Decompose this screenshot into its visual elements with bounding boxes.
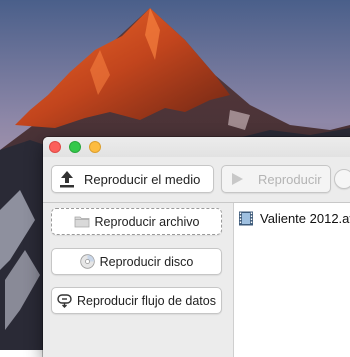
play-icon	[230, 172, 244, 186]
main-content: Reproducir archivo Reproducir disco Repr…	[43, 203, 350, 357]
play-media-label: Reproducir el medio	[84, 171, 201, 187]
sidebar: Reproducir archivo Reproducir disco Repr…	[43, 203, 234, 357]
file-name: Valiente 2012.av	[260, 211, 350, 226]
zoom-window-button[interactable]	[89, 141, 101, 153]
play-stream-label: Reproducir flujo de datos	[77, 293, 216, 308]
play-label: Reproducir	[258, 171, 322, 187]
play-file-button[interactable]: Reproducir archivo	[51, 208, 222, 235]
app-window: Reproducir el medio Reproducir Reproduci…	[43, 137, 350, 357]
upload-icon	[59, 170, 75, 188]
disc-icon	[79, 254, 95, 269]
file-list: Valiente 2012.av	[234, 203, 350, 357]
play-stream-button[interactable]: Reproducir flujo de datos	[51, 287, 222, 314]
film-icon	[238, 211, 254, 226]
minimize-window-button[interactable]	[69, 141, 81, 153]
play-file-label: Reproducir archivo	[94, 214, 200, 229]
close-window-button[interactable]	[49, 141, 61, 153]
title-bar	[43, 137, 350, 157]
play-button[interactable]: Reproducir	[221, 165, 331, 193]
folder-icon	[74, 215, 90, 228]
play-disc-button[interactable]: Reproducir disco	[51, 248, 222, 275]
play-disc-label: Reproducir disco	[99, 254, 194, 269]
stream-icon	[57, 293, 72, 308]
file-item[interactable]: Valiente 2012.av	[238, 211, 350, 226]
toolbar: Reproducir el medio Reproducir	[43, 157, 350, 203]
options-button[interactable]	[334, 169, 350, 189]
play-media-button[interactable]: Reproducir el medio	[51, 165, 214, 193]
